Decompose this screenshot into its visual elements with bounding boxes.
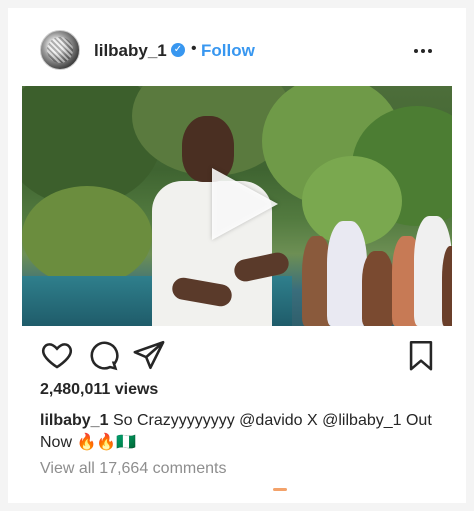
verified-badge-icon: ✓	[171, 43, 185, 57]
foliage-shape	[22, 186, 152, 286]
view-count: 2,480,011 views	[40, 381, 159, 398]
profile-avatar[interactable]	[40, 30, 80, 70]
play-icon[interactable]	[212, 168, 278, 240]
header-separator: •	[191, 40, 197, 57]
post-username[interactable]: lilbaby_1	[94, 41, 167, 61]
follow-button[interactable]: Follow	[201, 41, 255, 61]
view-all-comments-link[interactable]: View all 17,664 comments	[40, 460, 226, 478]
comment-icon[interactable]	[86, 338, 120, 372]
crowd-person	[362, 251, 394, 326]
post-caption: lilbaby_1 So Crazyyyyyyyy @davido X @lil…	[40, 410, 450, 454]
more-options-icon[interactable]	[410, 44, 436, 58]
crowd-person	[442, 246, 452, 326]
action-bar	[8, 338, 466, 374]
decorative-mark	[273, 488, 287, 491]
instagram-post-card: lilbaby_1 ✓ • Follow 2,480,011 views lil…	[8, 8, 466, 503]
post-header: lilbaby_1 ✓ • Follow	[8, 30, 466, 74]
crowd-person	[327, 221, 367, 326]
bookmark-icon[interactable]	[404, 338, 438, 372]
video-media[interactable]	[22, 86, 452, 326]
caption-username[interactable]: lilbaby_1	[40, 412, 108, 429]
send-icon[interactable]	[132, 338, 166, 372]
heart-icon[interactable]	[40, 338, 74, 372]
